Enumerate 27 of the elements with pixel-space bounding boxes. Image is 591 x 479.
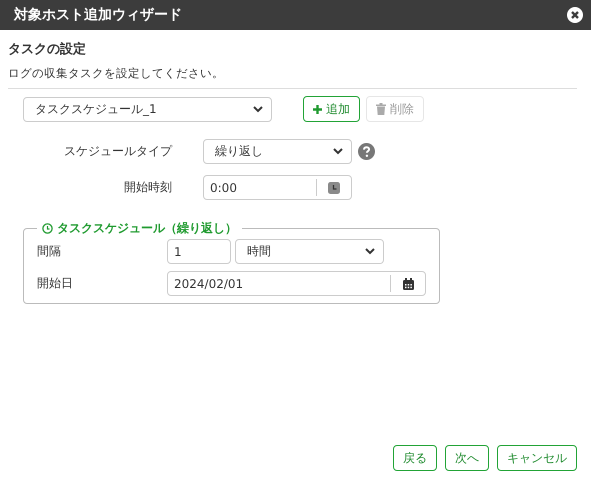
dropdown[interactable]: 繰り返し	[203, 139, 352, 164]
field-label: スケジュールタイプ	[63, 143, 172, 160]
clock-icon	[42, 223, 53, 234]
clock-icon	[328, 182, 340, 194]
section-description: ログの収集タスクを設定してください。	[8, 66, 225, 81]
input-field[interactable]: 1	[167, 239, 231, 264]
input-field[interactable]: 0:00	[203, 175, 352, 200]
field-label: 開始時刻	[123, 179, 172, 196]
trash-icon	[376, 103, 386, 115]
chevron-icon	[333, 148, 343, 155]
wizard-button[interactable]: キャンセル	[497, 445, 577, 471]
input-field[interactable]: 2024/02/01	[167, 271, 426, 296]
chevron-icon	[365, 248, 375, 255]
close-icon[interactable]	[567, 7, 583, 23]
plus-icon	[313, 104, 322, 114]
dropdown[interactable]: 時間	[235, 239, 384, 264]
window-title: 対象ホスト追加ウィザード	[14, 6, 182, 24]
help-icon[interactable]	[358, 143, 375, 160]
field-label: 開始日	[37, 275, 74, 292]
add-button[interactable]: 追加	[303, 96, 360, 122]
group-title: タスクスケジュール（繰り返し）	[37, 220, 242, 237]
wizard-button[interactable]: 戻る	[393, 445, 437, 471]
field-label: 間隔	[37, 243, 62, 260]
wizard-button[interactable]: 次へ	[445, 445, 489, 471]
section-title: タスクの設定	[8, 40, 87, 58]
dropdown[interactable]: タスクスケジュール_1	[23, 96, 272, 122]
chevron-icon	[253, 106, 263, 112]
